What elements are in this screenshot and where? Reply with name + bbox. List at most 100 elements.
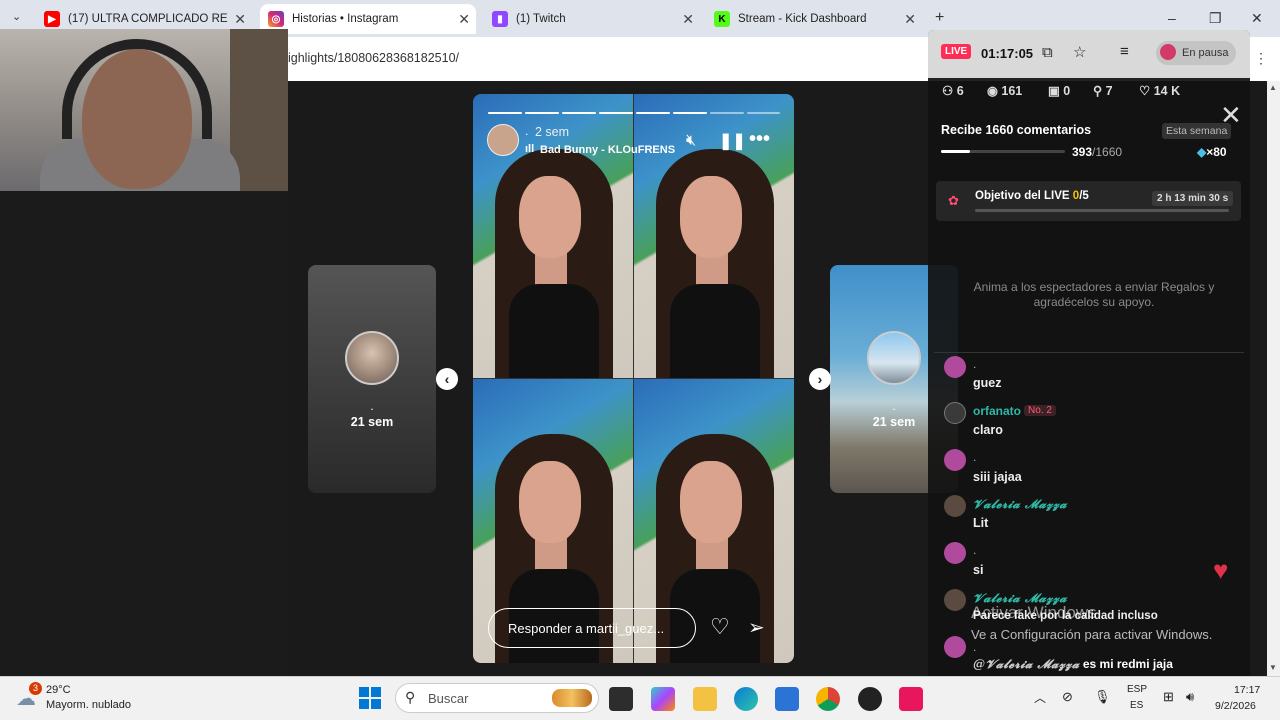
person-add-icon: ⚲	[1093, 84, 1106, 98]
eye-icon: ◉	[987, 84, 1002, 98]
chat-message: claro	[973, 423, 1003, 437]
chat-username[interactable]: .	[973, 640, 976, 654]
windows-start-icon[interactable]	[359, 687, 381, 709]
avatar[interactable]	[944, 356, 966, 378]
language-bottom[interactable]: ES	[1130, 700, 1143, 711]
avatar	[345, 331, 399, 385]
pause-status-pill[interactable]: En pausa	[1156, 41, 1236, 65]
progress-segment	[710, 112, 744, 114]
next-story-button[interactable]: ›	[809, 368, 831, 390]
queue-list-icon[interactable]: ≡	[1120, 43, 1129, 60]
challenge-progress-track	[941, 150, 1065, 153]
volume-icon[interactable]: 🔊︎	[1186, 689, 1194, 705]
obs-icon[interactable]	[858, 687, 882, 711]
users-stat: ⚇ 6	[942, 84, 964, 98]
story-dot: .	[525, 124, 529, 138]
url-text[interactable]: ighlights/18080628368182510/	[288, 51, 459, 65]
rose-icon: ✿	[948, 193, 959, 208]
chrome-icon[interactable]	[816, 687, 840, 711]
close-tab-icon[interactable]: ✕	[904, 11, 916, 28]
avatar[interactable]	[944, 542, 966, 564]
close-tab-icon[interactable]: ✕	[458, 11, 470, 28]
chat-message: si	[973, 563, 984, 577]
like-heart-icon[interactable]: ♡	[710, 614, 730, 640]
new-tab-button[interactable]: +	[935, 9, 944, 27]
chat-username[interactable]: .	[973, 543, 976, 557]
minimize-button[interactable]: –	[1168, 10, 1176, 26]
story-time: 2 sem	[535, 125, 570, 139]
challenge-progress-fill	[941, 150, 971, 153]
divider	[934, 352, 1244, 353]
avatar[interactable]	[487, 124, 519, 156]
pause-icon[interactable]: ❚❚	[719, 131, 746, 151]
music-label[interactable]: Bad Bunny - KLOuFRENS	[540, 144, 675, 156]
diamond-icon: ◆	[1197, 145, 1207, 159]
chat-message: @𝓥𝓪𝓵𝓮𝓻𝓲𝓪 𝓜𝓪𝔃𝔃𝓪 es mi redmi jaja	[973, 657, 1173, 671]
avatar[interactable]	[944, 495, 966, 517]
file-explorer-icon[interactable]	[693, 687, 717, 711]
status-label: En pausa	[1182, 47, 1229, 59]
scroll-down-icon[interactable]: ▼	[1269, 663, 1277, 672]
taskbar-search[interactable]: ⚲ Buscar	[395, 683, 599, 713]
weather-temp[interactable]: 29°C	[46, 684, 71, 696]
avatar[interactable]	[944, 449, 966, 471]
heart-icon: ♡	[1139, 84, 1154, 98]
goal-remaining: 2 h 13 min 30 s	[1152, 191, 1234, 206]
progress-segment	[673, 112, 707, 114]
tiktok-live-icon[interactable]	[899, 687, 923, 711]
challenge-period: Esta semana	[1162, 123, 1232, 139]
display-icon[interactable]: ⊞	[1163, 689, 1174, 705]
scroll-up-icon[interactable]: ▲	[1269, 83, 1277, 92]
prev-story-card[interactable]: . 21 sem	[308, 265, 436, 493]
instagram-icon: ◎	[268, 11, 284, 27]
reply-input[interactable]: Responder a martii_guez...	[488, 608, 696, 648]
clock-date[interactable]: 9/2/2026	[1215, 700, 1256, 712]
search-highlight-image	[552, 689, 592, 707]
star-icon[interactable]: ☆	[1073, 43, 1086, 61]
language-top[interactable]: ESP	[1127, 684, 1147, 695]
page-scrollbar[interactable]: ▲ ▼	[1267, 81, 1280, 676]
chat-message: Lit	[973, 516, 989, 530]
share-send-icon[interactable]: ➢	[748, 615, 765, 640]
more-options-icon[interactable]: •••	[749, 128, 770, 151]
tab-list-chevron-icon[interactable]: ⌄	[12, 10, 21, 23]
microphone-icon[interactable]: 🎙︎	[1094, 689, 1111, 705]
prev-story-button[interactable]: ‹	[436, 368, 458, 390]
clock-time[interactable]: 17:17	[1234, 684, 1260, 696]
progress-segment	[525, 112, 559, 114]
close-window-button[interactable]: ✕	[1251, 10, 1263, 27]
search-placeholder: Buscar	[428, 690, 469, 706]
avatar[interactable]	[944, 589, 966, 611]
chat-username[interactable]: .	[973, 450, 976, 464]
story-dot: .	[370, 399, 374, 413]
chat-username[interactable]: 𝓥𝓪𝓵𝓮𝓻𝓲𝓪 𝓜𝓪𝔃𝔃𝓪	[973, 497, 1067, 512]
progress-segment	[488, 112, 522, 114]
close-tab-icon[interactable]: ✕	[234, 11, 246, 28]
store-icon[interactable]	[775, 687, 799, 711]
chat-username[interactable]: .	[973, 357, 976, 371]
tab-twitch[interactable]: ▮ (1) Twitch ✕	[484, 4, 700, 34]
challenge-title: Recibe 1660 comentarios	[941, 123, 1092, 137]
live-badge: LIVE	[941, 44, 972, 59]
chevron-up-icon[interactable]: ︿	[1034, 689, 1046, 706]
live-goal-box[interactable]: ✿ Objetivo del LIVE 0/5 2 h 13 min 30 s	[936, 181, 1241, 221]
weather-desc[interactable]: Mayorm. nublado	[46, 699, 131, 711]
copilot-icon[interactable]	[651, 687, 675, 711]
network-icon[interactable]: ⊘	[1062, 689, 1073, 705]
avatar[interactable]	[944, 636, 966, 658]
browser-menu-icon[interactable]: ⋮	[1254, 50, 1268, 67]
screen-share-icon[interactable]: ⧉	[1042, 44, 1053, 61]
tab-kick[interactable]: K Stream - Kick Dashboard ✕	[706, 4, 922, 34]
chat-username[interactable]: orfanato	[973, 404, 1021, 418]
mute-icon[interactable]: 🔇︎	[686, 132, 696, 150]
current-story[interactable]: . 2 sem ıll Bad Bunny - KLOuFRENS 🔇︎ ❚❚ …	[473, 94, 794, 663]
tab-instagram[interactable]: ◎ Historias • Instagram ✕	[260, 4, 476, 34]
avatar[interactable]	[944, 402, 966, 424]
close-tab-icon[interactable]: ✕	[682, 11, 694, 28]
music-icon: ıll	[525, 143, 535, 155]
task-view-icon[interactable]	[609, 687, 633, 711]
restore-button[interactable]: ❐	[1209, 10, 1222, 27]
edge-icon[interactable]	[734, 687, 758, 711]
live-panel-header: LIVE 01:17:05 ⧉ ☆ ≡ En pausa	[928, 30, 1250, 78]
goal-progress-track	[975, 209, 1229, 212]
